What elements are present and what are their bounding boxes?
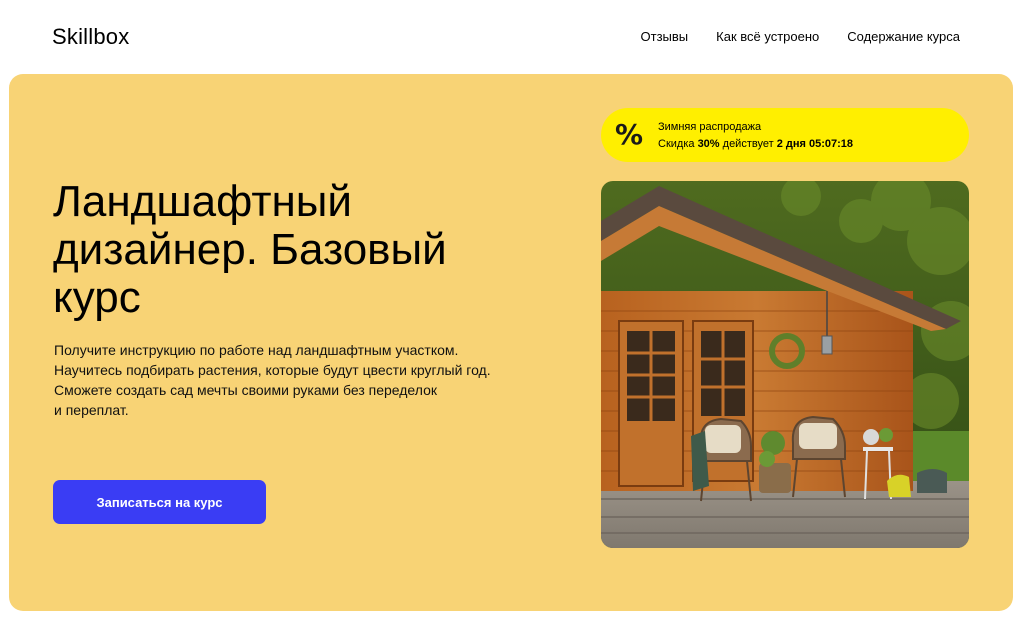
description-line-1: Получите инструкцию по работе над ландша… bbox=[54, 342, 459, 358]
course-title-line-2: дизайнер. Базовый bbox=[53, 225, 447, 274]
sale-timer: 05:07:18 bbox=[808, 138, 854, 150]
hero-image bbox=[601, 181, 969, 548]
sale-days: 2 дня bbox=[776, 138, 806, 150]
course-title-line-1: Ландшафтный bbox=[53, 177, 352, 226]
description-line-2: Научитесь подбирать растения, которые бу… bbox=[54, 362, 491, 378]
course-description: Получите инструкцию по работе над ландша… bbox=[54, 340, 534, 420]
garden-house-illustration bbox=[601, 181, 969, 548]
sale-title: Зимняя распродажа bbox=[658, 121, 762, 133]
sale-banner[interactable]: % Зимняя распродажа Скидка 30% действует… bbox=[601, 108, 969, 162]
top-nav: Отзывы Как всё устроено Содержание курса bbox=[641, 29, 960, 44]
description-line-3: Сможете создать сад мечты своими руками … bbox=[54, 382, 437, 398]
skillbox-logo[interactable]: Skillbox bbox=[52, 24, 129, 50]
hero-section: Ландшафтный дизайнер. Базовый курс Получ… bbox=[9, 74, 1013, 611]
percent-icon: % bbox=[614, 118, 644, 151]
description-line-4: и переплат. bbox=[54, 402, 129, 418]
sale-text: Скидка 30% действует 2 дня 05:07:18 bbox=[658, 138, 853, 150]
course-title: Ландшафтный дизайнер. Базовый курс bbox=[53, 178, 573, 322]
sale-discount: 30% bbox=[697, 138, 720, 150]
nav-course-content[interactable]: Содержание курса bbox=[847, 29, 960, 44]
nav-reviews[interactable]: Отзывы bbox=[641, 29, 689, 44]
nav-how-it-works[interactable]: Как всё устроено bbox=[716, 29, 819, 44]
enroll-button[interactable]: Записаться на курс bbox=[53, 480, 266, 524]
header: Skillbox Отзывы Как всё устроено Содержа… bbox=[0, 0, 1024, 74]
sale-text-prefix: Скидка bbox=[658, 138, 698, 150]
sale-text-middle: действует bbox=[719, 138, 777, 150]
course-title-line-3: курс bbox=[53, 273, 141, 322]
